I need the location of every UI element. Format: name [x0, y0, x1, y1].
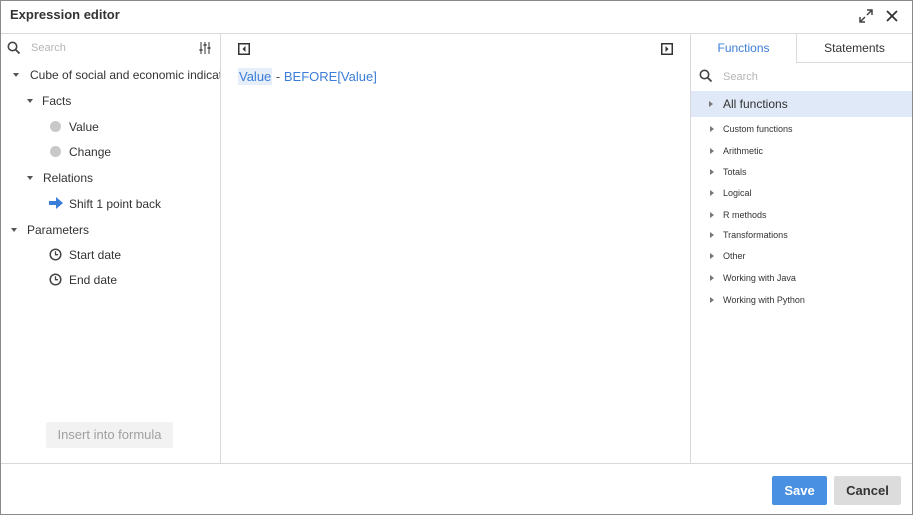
tree-item-relations[interactable]: Relations — [43, 171, 93, 185]
expand-caret-icon[interactable] — [710, 232, 714, 238]
editor-toolbar — [221, 34, 690, 62]
formula-token-before[interactable]: BEFORE[Value] — [284, 69, 377, 84]
tab-statements[interactable]: Statements — [797, 34, 912, 62]
expand-caret-icon[interactable] — [710, 148, 714, 154]
expression-editor-dialog: Expression editor Search Cube of social … — [0, 0, 913, 515]
expand-caret-icon[interactable] — [710, 297, 714, 303]
fact-circle-icon — [50, 121, 61, 132]
expand-caret-icon[interactable] — [11, 228, 17, 232]
dialog-titlebar: Expression editor — [1, 1, 912, 34]
clock-icon — [49, 273, 62, 291]
function-category[interactable]: Arithmetic — [723, 146, 763, 156]
tree-item-fact-value[interactable]: Value — [69, 120, 99, 134]
function-category[interactable]: Transformations — [723, 230, 788, 240]
category-label: All functions — [723, 97, 788, 111]
functions-panel: Functions Statements Search All function… — [691, 34, 912, 463]
tree-item-end-date[interactable]: End date — [69, 273, 117, 287]
objects-search-input[interactable]: Search — [31, 42, 66, 54]
formula-text[interactable]: Value - BEFORE[Value] — [238, 68, 377, 85]
expand-caret-icon[interactable] — [710, 212, 714, 218]
expand-caret-icon[interactable] — [27, 176, 33, 180]
tree-item-relation-shift[interactable]: Shift 1 point back — [69, 197, 161, 211]
function-category[interactable]: Custom functions — [723, 124, 793, 134]
tab-functions[interactable]: Functions — [691, 34, 797, 64]
expand-caret-icon[interactable] — [710, 275, 714, 281]
expand-caret-icon[interactable] — [13, 73, 19, 77]
expand-caret-icon[interactable] — [710, 169, 714, 175]
function-category[interactable]: Other — [723, 251, 746, 261]
arrow-right-icon — [49, 196, 63, 214]
tree-item-fact-change[interactable]: Change — [69, 145, 111, 159]
tree-item-parameters[interactable]: Parameters — [27, 223, 89, 237]
function-category-all[interactable]: All functions — [691, 91, 912, 117]
clock-icon — [49, 248, 62, 266]
expand-caret-icon[interactable] — [709, 101, 713, 107]
formula-operator: - — [272, 69, 284, 84]
dialog-title: Expression editor — [10, 7, 120, 22]
close-icon[interactable] — [885, 9, 901, 25]
expand-caret-icon[interactable] — [27, 99, 33, 103]
filter-settings-icon[interactable] — [198, 41, 212, 60]
formula-editor[interactable]: Value - BEFORE[Value] — [221, 34, 691, 463]
search-icon — [699, 69, 713, 88]
functions-tabs: Functions Statements — [691, 34, 912, 64]
cancel-button[interactable]: Cancel — [834, 476, 901, 505]
expand-caret-icon[interactable] — [710, 126, 714, 132]
fact-circle-icon — [50, 146, 61, 157]
objects-search-row: Search — [1, 34, 220, 62]
save-button[interactable]: Save — [772, 476, 827, 505]
formula-token-value[interactable]: Value — [238, 68, 273, 85]
collapse-left-panel-icon[interactable] — [238, 42, 250, 60]
expand-caret-icon[interactable] — [710, 190, 714, 196]
dialog-footer: Save Cancel — [1, 463, 912, 515]
objects-panel: Search Cube of social and economic indic… — [1, 34, 221, 463]
search-icon — [7, 41, 21, 60]
tree-item-facts[interactable]: Facts — [42, 94, 71, 108]
function-category[interactable]: Working with Java — [723, 273, 796, 283]
insert-into-formula-button[interactable]: Insert into formula — [46, 422, 173, 448]
function-category[interactable]: Logical — [723, 188, 752, 198]
tree-item-cube[interactable]: Cube of social and economic indicators — [30, 68, 220, 82]
expand-icon[interactable] — [859, 9, 875, 25]
expand-caret-icon[interactable] — [710, 253, 714, 259]
collapse-right-panel-icon[interactable] — [661, 42, 673, 60]
function-category[interactable]: R methods — [723, 210, 767, 220]
functions-search-input[interactable]: Search — [723, 71, 758, 83]
function-category[interactable]: Totals — [723, 167, 747, 177]
tree-item-start-date[interactable]: Start date — [69, 248, 121, 262]
function-category[interactable]: Working with Python — [723, 295, 805, 305]
